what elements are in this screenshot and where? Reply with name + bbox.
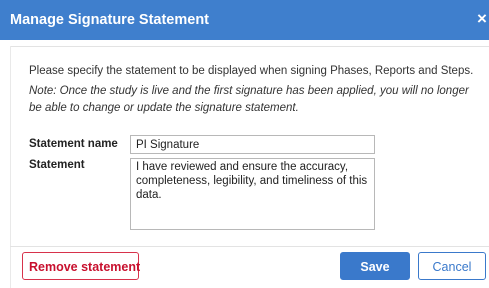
dialog-header: Manage Signature Statement ×: [0, 0, 489, 40]
save-button[interactable]: Save: [340, 252, 410, 280]
content-left-border: [10, 46, 11, 288]
cancel-button[interactable]: Cancel: [418, 252, 486, 280]
footer-divider: [10, 246, 489, 247]
statement-name-input[interactable]: [130, 135, 375, 154]
manage-signature-dialog: Manage Signature Statement × Please spec…: [0, 0, 489, 288]
statement-label: Statement: [29, 159, 85, 171]
intro-text: Please specify the statement to be displ…: [29, 65, 474, 77]
note-text: Note: Once the study is live and the fir…: [29, 85, 469, 114]
statement-name-label: Statement name: [29, 138, 118, 150]
close-icon[interactable]: ×: [477, 9, 489, 29]
remove-statement-button[interactable]: Remove statement: [22, 252, 140, 280]
dialog-title: Manage Signature Statement: [10, 12, 210, 28]
statement-textarea[interactable]: I have reviewed and ensure the accuracy,…: [130, 158, 375, 230]
content-top-divider: [10, 46, 489, 47]
